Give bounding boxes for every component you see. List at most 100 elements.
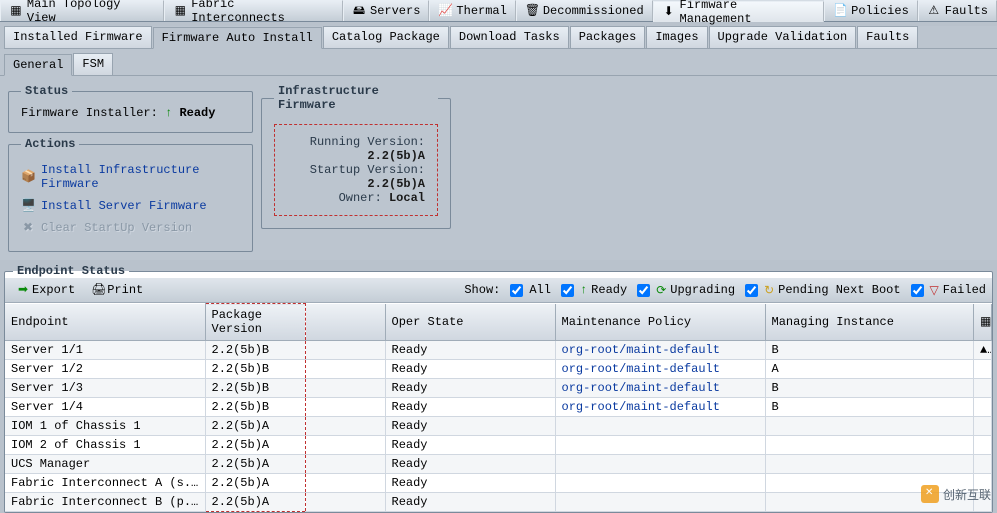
- actions-group: Actions 📦 Install Infrastructure Firmwar…: [8, 137, 253, 252]
- cell: [305, 455, 385, 474]
- cell: Server 1/4: [5, 398, 205, 417]
- table-row[interactable]: Server 1/12.2(5b)BReadyorg-root/maint-de…: [5, 341, 992, 360]
- column-picker-icon[interactable]: ▦: [974, 304, 992, 341]
- filter-upgrading-checkbox[interactable]: [637, 284, 650, 297]
- filter-pending-label: Pending Next Boot: [778, 283, 900, 297]
- main-tab-fabric-interconnects[interactable]: ▦Fabric Interconnects: [164, 0, 343, 21]
- table-row[interactable]: Fabric Interconnect A (s...2.2(5b)AReady: [5, 474, 992, 493]
- failed-icon: ▽: [930, 283, 939, 298]
- install-server-label: Install Server Firmware: [41, 199, 207, 213]
- print-button[interactable]: 🖨Print: [86, 281, 148, 299]
- maintenance-policy-link[interactable]: org-root/maint-default: [562, 343, 720, 357]
- cell: Server 1/1: [5, 341, 205, 360]
- sub-tab-firmware-auto-install[interactable]: Firmware Auto Install: [153, 27, 322, 49]
- cell: [305, 398, 385, 417]
- sub-tab-download-tasks[interactable]: Download Tasks: [450, 26, 569, 48]
- cell: IOM 2 of Chassis 1: [5, 436, 205, 455]
- install-infra-firmware-action[interactable]: 📦 Install Infrastructure Firmware: [21, 159, 240, 195]
- install-infra-icon: 📦: [21, 170, 35, 184]
- filter-all-checkbox[interactable]: [510, 284, 523, 297]
- scroll-up-icon[interactable]: ▲: [974, 341, 992, 360]
- maintenance-policy-link[interactable]: org-root/maint-default: [562, 381, 720, 395]
- filter-failed-checkbox[interactable]: [911, 284, 924, 297]
- table-row[interactable]: UCS Manager2.2(5b)AReady: [5, 455, 992, 474]
- table-row[interactable]: Server 1/42.2(5b)BReadyorg-root/maint-de…: [5, 398, 992, 417]
- main-tab-policies[interactable]: 📄Policies: [824, 0, 918, 21]
- running-version-value: 2.2(5b)A: [367, 149, 425, 163]
- col-header[interactable]: Maintenance Policy: [555, 304, 765, 341]
- sub-tab-faults[interactable]: Faults: [857, 26, 918, 48]
- endpoint-toolbar: ➡Export 🖨Print Show: All ↑Ready ⟳Upgradi…: [5, 278, 992, 303]
- main-tab-decommissioned[interactable]: 🗑Decommissioned: [516, 0, 653, 21]
- maintenance-policy-link[interactable]: org-root/maint-default: [562, 362, 720, 376]
- tab-label: Policies: [851, 4, 909, 18]
- sub-tab-catalog-package[interactable]: Catalog Package: [323, 26, 449, 48]
- cell: [974, 360, 992, 379]
- tab-icon: ▦: [173, 4, 187, 18]
- owner-value: Local: [389, 191, 425, 205]
- startup-version-label: Startup Version:: [310, 163, 425, 177]
- filter-all-label: All: [529, 283, 551, 297]
- cell: IOM 1 of Chassis 1: [5, 417, 205, 436]
- cell: B: [765, 379, 974, 398]
- cell: 2.2(5b)A: [205, 417, 305, 436]
- status-legend: Status: [21, 84, 72, 98]
- sub-tab2-fsm[interactable]: FSM: [73, 53, 113, 75]
- content-area: Status Firmware Installer: ↑ Ready Actio…: [0, 76, 997, 260]
- tab-icon: 🗑: [525, 4, 539, 18]
- col-header[interactable]: Package Version: [205, 304, 305, 341]
- cell: [305, 474, 385, 493]
- filter-ready-checkbox[interactable]: [561, 284, 574, 297]
- cell: org-root/maint-default: [555, 360, 765, 379]
- main-tab-firmware-management[interactable]: ⬇Firmware Management: [653, 1, 825, 22]
- cell: [974, 417, 992, 436]
- sub-tab-images[interactable]: Images: [646, 26, 707, 48]
- cell: [555, 417, 765, 436]
- cell: Ready: [385, 436, 555, 455]
- tab-label: Main Topology View: [27, 0, 155, 25]
- firmware-installer-value: Ready: [179, 106, 215, 120]
- cell: org-root/maint-default: [555, 379, 765, 398]
- sub-tab-packages[interactable]: Packages: [570, 26, 646, 48]
- cell: Ready: [385, 379, 555, 398]
- infra-legend: Infrastructure Firmware: [274, 84, 438, 112]
- sub-tab-upgrade-validation[interactable]: Upgrade Validation: [709, 26, 857, 48]
- col-header[interactable]: [305, 304, 385, 341]
- filter-pending-checkbox[interactable]: [745, 284, 758, 297]
- refresh-icon: ⟳: [656, 283, 666, 298]
- cell: [305, 417, 385, 436]
- cell: [305, 341, 385, 360]
- table-row[interactable]: Server 1/32.2(5b)BReadyorg-root/maint-de…: [5, 379, 992, 398]
- cell: Fabric Interconnect A (s...: [5, 474, 205, 493]
- cell: [305, 436, 385, 455]
- tab-icon: ⬇: [662, 5, 676, 19]
- col-header[interactable]: Managing Instance: [765, 304, 974, 341]
- watermark-text: 创新互联: [943, 486, 991, 503]
- tab-icon: 🖴: [352, 4, 366, 18]
- install-server-icon: 🖥️: [21, 199, 35, 213]
- table-row[interactable]: IOM 2 of Chassis 12.2(5b)AReady: [5, 436, 992, 455]
- tab-icon: 📈: [438, 4, 452, 18]
- table-row[interactable]: IOM 1 of Chassis 12.2(5b)AReady: [5, 417, 992, 436]
- sub-tab-installed-firmware[interactable]: Installed Firmware: [4, 26, 152, 48]
- table-row[interactable]: Server 1/22.2(5b)BReadyorg-root/maint-de…: [5, 360, 992, 379]
- tab-label: Firmware Management: [680, 0, 816, 26]
- main-tab-thermal[interactable]: 📈Thermal: [429, 0, 515, 21]
- cell: Server 1/3: [5, 379, 205, 398]
- main-tab-faults[interactable]: ⚠Faults: [918, 0, 997, 21]
- main-tab-main-topology-view[interactable]: ▦Main Topology View: [0, 0, 164, 21]
- cell: [305, 360, 385, 379]
- maintenance-policy-link[interactable]: org-root/maint-default: [562, 400, 720, 414]
- sub-tab2-general[interactable]: General: [4, 54, 72, 76]
- cell: [555, 474, 765, 493]
- col-header[interactable]: Endpoint: [5, 304, 205, 341]
- endpoint-status-group: Endpoint Status ➡Export 🖨Print Show: All…: [4, 264, 993, 513]
- startup-version-value: 2.2(5b)A: [367, 177, 425, 191]
- install-server-firmware-action[interactable]: 🖥️ Install Server Firmware: [21, 195, 240, 217]
- col-header[interactable]: Oper State: [385, 304, 555, 341]
- actions-legend: Actions: [21, 137, 79, 151]
- cell: Ready: [385, 474, 555, 493]
- export-button[interactable]: ➡Export: [11, 281, 80, 299]
- main-tab-servers[interactable]: 🖴Servers: [343, 0, 429, 21]
- cell: 2.2(5b)B: [205, 341, 305, 360]
